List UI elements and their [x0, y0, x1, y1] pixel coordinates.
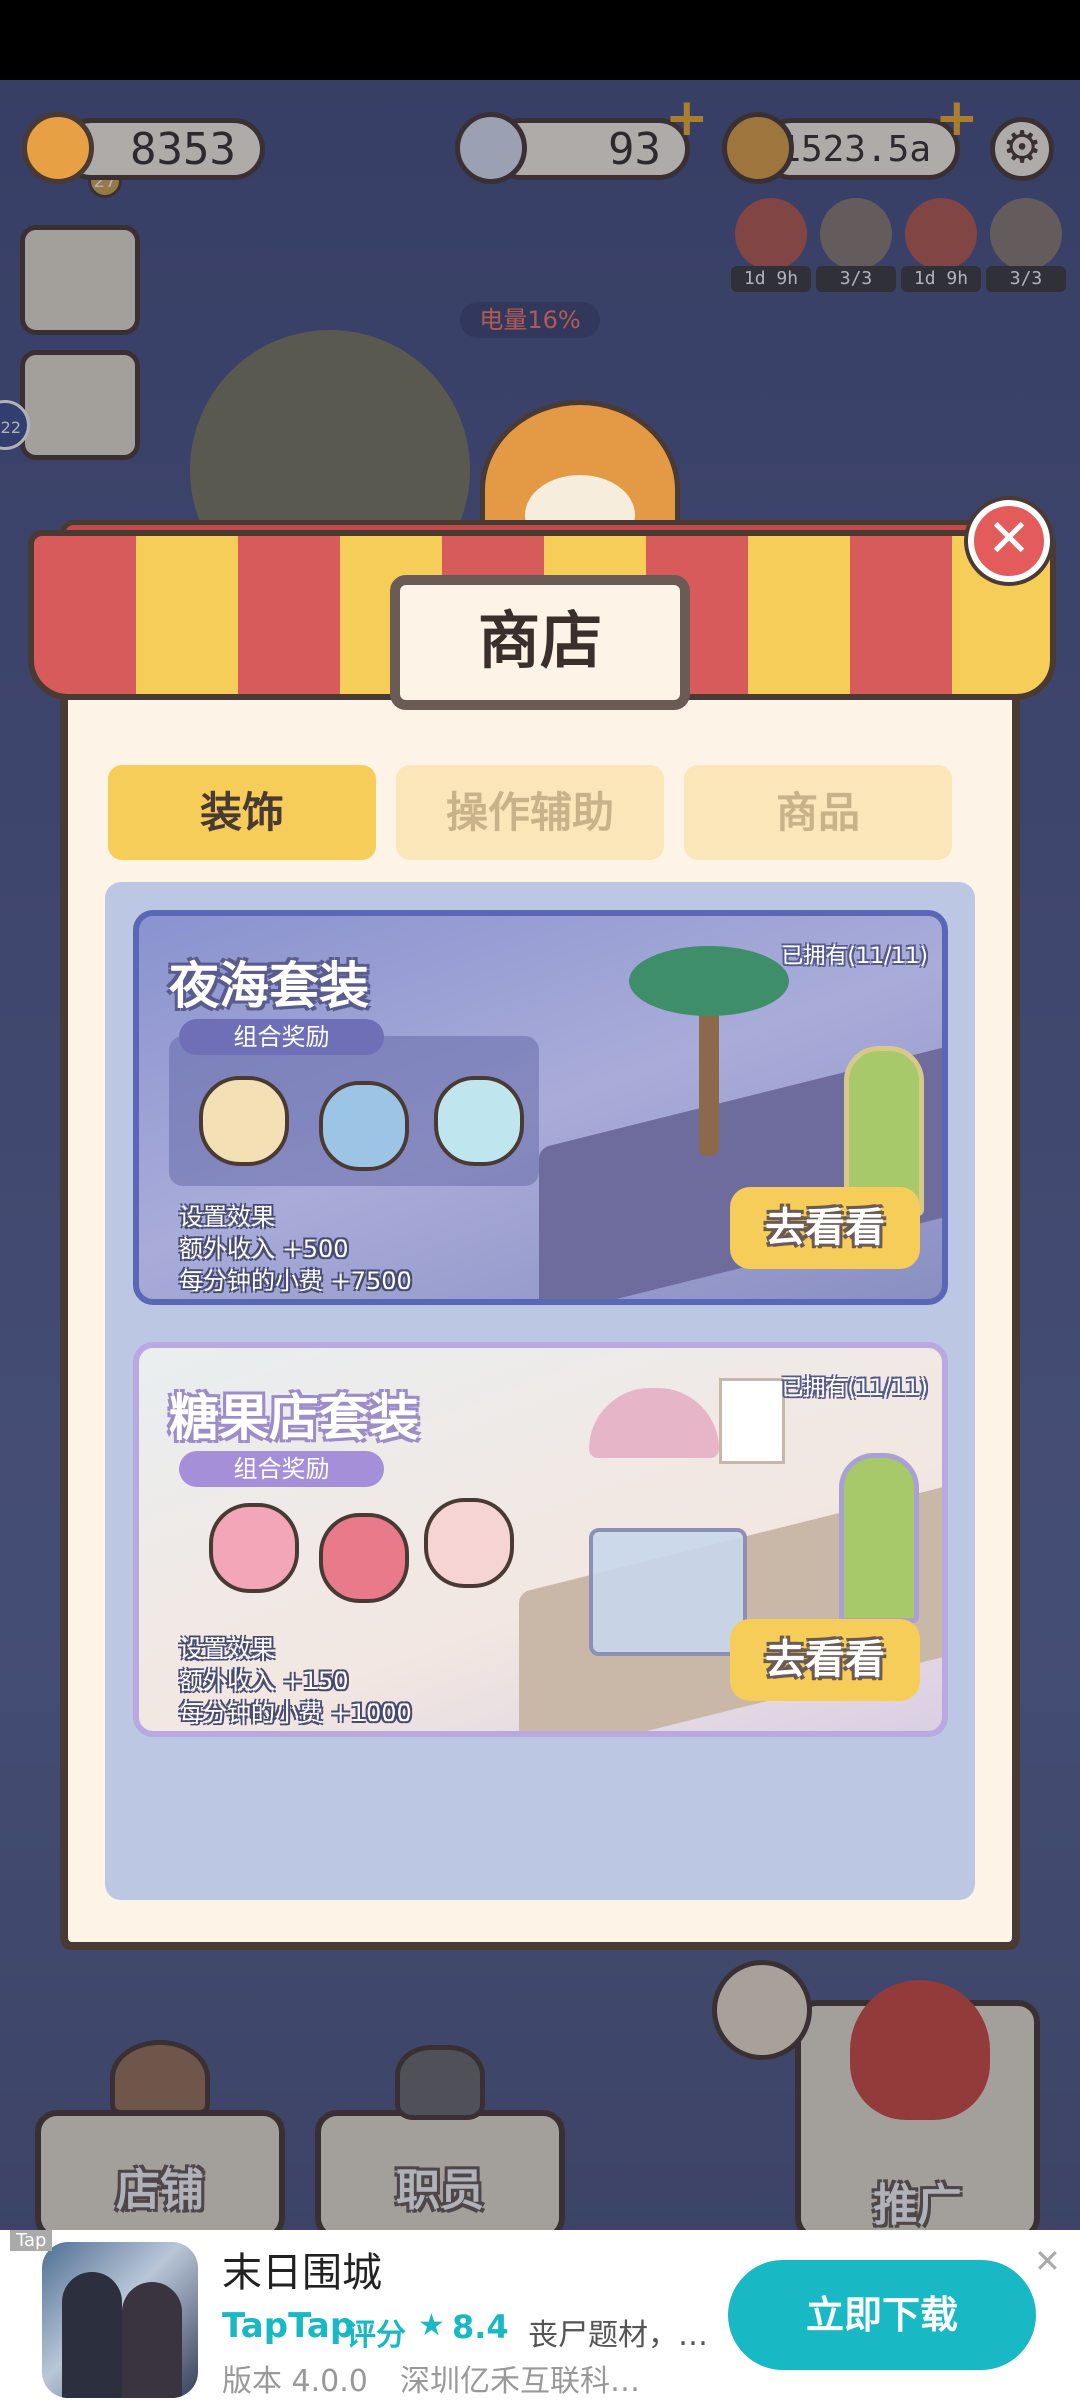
dessert-item-icon: [319, 1513, 409, 1603]
suit-card-candy-shop[interactable]: 糖果店套装 已拥有(11/11) 组合奖励 设置效果 额外收入 +150 每分钟…: [133, 1342, 948, 1737]
bread-icon-front: [22, 112, 94, 184]
ad-app-title: 末日围城: [222, 2250, 382, 2296]
arch-door: [839, 1453, 919, 1623]
effect-tips: 每分钟的小费 +7500: [179, 1267, 412, 1295]
suit-title: 夜海套装: [169, 957, 369, 1015]
icecream-item-icon: [199, 1076, 289, 1166]
download-button[interactable]: 立即下载: [728, 2260, 1036, 2370]
close-icon[interactable]: ✕: [968, 500, 1050, 582]
display-case: [589, 1528, 747, 1656]
tab-goods[interactable]: 商品: [684, 765, 952, 860]
combo-reward-label: 组合奖励: [179, 1019, 384, 1055]
app-icon[interactable]: [42, 2242, 198, 2398]
poster: [719, 1378, 785, 1464]
suit-title: 糖果店套装: [169, 1389, 419, 1447]
owned-count: 已拥有(11/11): [781, 944, 928, 969]
ad-tags: 丧尸题材，…: [528, 2318, 708, 2353]
effect-income: 额外收入 +150: [179, 1667, 349, 1695]
pearl-shell-item-icon: [319, 1081, 409, 1171]
rating-label: 评分: [346, 2318, 406, 2353]
effect-title: 设置效果: [179, 1203, 275, 1231]
effect-title: 设置效果: [179, 1635, 275, 1663]
app-version: 版本 4.0.0: [222, 2364, 368, 2399]
star-icon: ★: [418, 2308, 445, 2343]
ad-tag: Tap: [10, 2230, 53, 2251]
shop-title: 商店: [390, 575, 690, 710]
view-button[interactable]: 去看看: [730, 1619, 920, 1701]
shop-tabs: 装饰 操作辅助 商品: [108, 765, 956, 860]
combo-reward-label: 组合奖励: [179, 1451, 384, 1487]
set-effects: 设置效果 额外收入 +150 每分钟的小费 +1000: [179, 1633, 412, 1729]
effect-tips: 每分钟的小费 +1000: [179, 1699, 412, 1727]
parasol: [589, 1388, 719, 1458]
alpaca-item-icon: [424, 1498, 514, 1588]
app-developer: 深圳亿禾互联科…: [400, 2364, 640, 2399]
tab-decoration[interactable]: 装饰: [108, 765, 376, 860]
game-scene: 27 8353 93 + 1523.5a + ⚙ 电量16% 1d 9h 3/3…: [0, 80, 1080, 2230]
ad-banner[interactable]: Tap 末日围城 TapTap 评分 ★ 8.4 丧尸题材，… 版本 4.0.0…: [0, 2230, 1080, 2400]
palm-tree-leaves: [629, 946, 789, 1016]
ad-close-icon[interactable]: ✕: [1034, 2242, 1061, 2280]
rating-score: 8.4: [452, 2308, 509, 2346]
view-button[interactable]: 去看看: [730, 1187, 920, 1269]
suit-card-night-sea[interactable]: 夜海套装 已拥有(11/11) 组合奖励 设置效果 额外收入 +500 每分钟的…: [133, 910, 948, 1305]
cake-item-icon: [209, 1503, 299, 1593]
whale-item-icon: [434, 1076, 524, 1166]
owned-count: 已拥有(11/11): [781, 1376, 928, 1401]
tab-operation-assist[interactable]: 操作辅助: [396, 765, 664, 860]
set-effects: 设置效果 额外收入 +500 每分钟的小费 +7500: [179, 1201, 412, 1297]
taptap-logo: TapTap: [222, 2306, 355, 2346]
effect-income: 额外收入 +500: [179, 1235, 349, 1263]
